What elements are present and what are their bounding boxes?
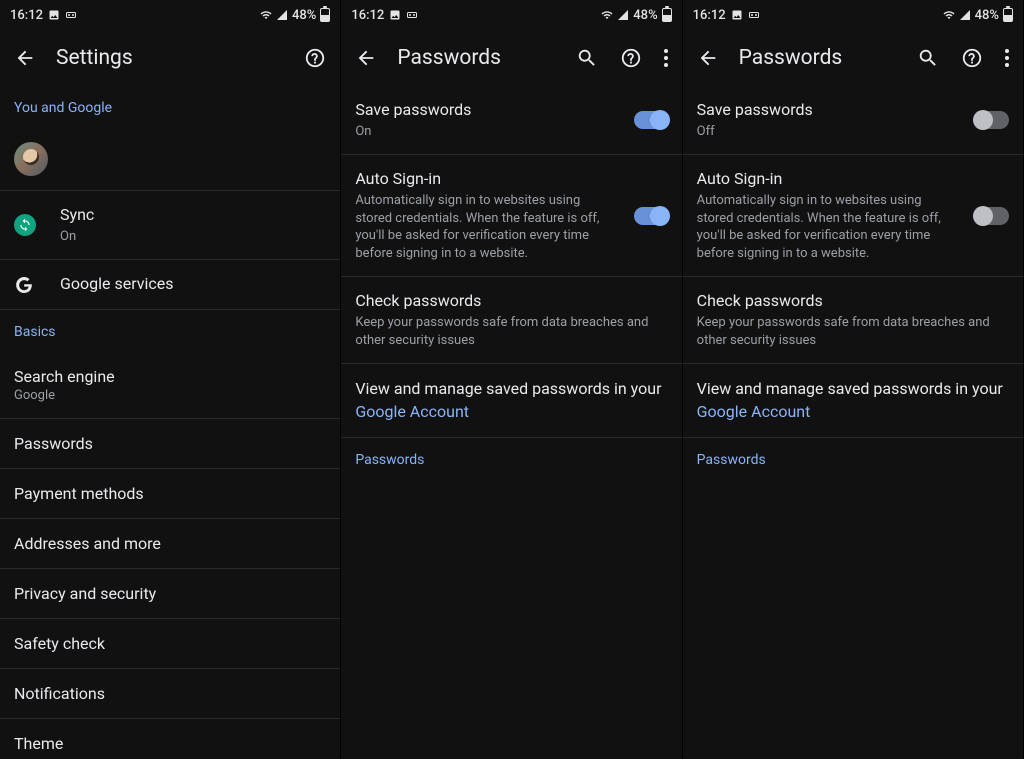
image-icon [731,9,743,21]
section-basics: Basics [0,310,340,352]
signal-icon [959,9,971,21]
header: Passwords [683,30,1023,86]
auto-signin-desc: Automatically sign in to websites using … [355,192,617,262]
passwords-content: Save passwords Off Auto Sign-in Automati… [683,86,1023,759]
check-passwords-desc: Keep your passwords safe from data breac… [355,314,667,349]
manage-text: View and manage saved passwords in your [697,379,1003,398]
voicemail-icon [65,9,77,21]
battery-icon [320,8,330,22]
back-icon[interactable] [697,47,719,69]
search-engine-row[interactable]: Search engine Google [0,352,340,419]
status-time: 16:12 [693,8,726,23]
sync-icon [14,214,36,236]
search-engine-title: Search engine [14,367,326,386]
image-icon [389,9,401,21]
payment-row[interactable]: Payment methods [0,469,340,519]
save-passwords-row[interactable]: Save passwords On [341,86,681,155]
safety-row[interactable]: Safety check [0,619,340,669]
wifi-icon [943,9,955,21]
settings-content: You and Google Sync On Google services B… [0,86,340,759]
battery-percent: 48% [633,8,657,23]
save-passwords-title: Save passwords [697,100,959,121]
passwords-panel-on: 16:12 48% Passwords Save passwords On [341,0,682,759]
check-passwords-title: Check passwords [697,291,1009,312]
search-engine-value: Google [14,388,326,403]
manage-passwords-block[interactable]: View and manage saved passwords in your … [683,364,1023,438]
theme-row[interactable]: Theme [0,719,340,759]
status-time: 16:12 [351,8,384,23]
wifi-icon [601,9,613,21]
notifications-row[interactable]: Notifications [0,669,340,719]
battery-icon [662,8,672,22]
settings-panel: 16:12 48% Settings You and Google [0,0,341,759]
search-icon[interactable] [576,47,598,69]
auto-signin-toggle[interactable] [975,207,1009,225]
manage-passwords-block[interactable]: View and manage saved passwords in your … [341,364,681,438]
save-passwords-value: On [355,123,617,141]
auto-signin-row[interactable]: Auto Sign-in Automatically sign in to we… [683,155,1023,277]
auto-signin-title: Auto Sign-in [355,169,617,190]
help-icon[interactable] [961,47,983,69]
save-passwords-value: Off [697,123,959,141]
battery-icon [1003,8,1013,22]
voicemail-icon [748,9,760,21]
page-title: Settings [56,46,284,70]
auto-signin-title: Auto Sign-in [697,169,959,190]
google-account-link[interactable]: Google Account [697,402,811,421]
addresses-row[interactable]: Addresses and more [0,519,340,569]
wifi-icon [260,9,272,21]
google-account-link[interactable]: Google Account [355,402,469,421]
google-services-label: Google services [60,274,326,295]
header: Passwords [341,30,681,86]
passwords-row[interactable]: Passwords [0,419,340,469]
auto-signin-toggle[interactable] [634,207,668,225]
section-you-google: You and Google [0,86,340,128]
check-passwords-row[interactable]: Check passwords Keep your passwords safe… [341,277,681,364]
back-icon[interactable] [355,47,377,69]
check-passwords-title: Check passwords [355,291,667,312]
privacy-row[interactable]: Privacy and security [0,569,340,619]
check-passwords-row[interactable]: Check passwords Keep your passwords safe… [683,277,1023,364]
sync-row[interactable]: Sync On [0,191,340,260]
passwords-section-label: Passwords [683,438,1023,482]
status-bar: 16:12 48% [341,0,681,30]
back-icon[interactable] [14,47,36,69]
passwords-content: Save passwords On Auto Sign-in Automatic… [341,86,681,759]
status-bar: 16:12 48% [0,0,340,30]
voicemail-icon [406,9,418,21]
save-passwords-row[interactable]: Save passwords Off [683,86,1023,155]
image-icon [48,9,60,21]
more-icon[interactable] [1005,49,1009,67]
save-passwords-toggle[interactable] [975,111,1009,129]
auto-signin-row[interactable]: Auto Sign-in Automatically sign in to we… [341,155,681,277]
avatar [14,142,48,176]
google-icon [14,275,44,295]
auto-signin-desc: Automatically sign in to websites using … [697,192,959,262]
signal-icon [617,9,629,21]
passwords-section-label: Passwords [341,438,681,482]
page-title: Passwords [739,46,897,70]
help-icon[interactable] [620,47,642,69]
page-title: Passwords [397,46,555,70]
sync-title: Sync [60,205,326,226]
passwords-panel-off: 16:12 48% Passwords Save passwords Off [683,0,1024,759]
battery-percent: 48% [292,8,316,23]
account-row[interactable] [0,128,340,191]
save-passwords-title: Save passwords [355,100,617,121]
save-passwords-toggle[interactable] [634,111,668,129]
more-icon[interactable] [664,49,668,67]
help-icon[interactable] [304,47,326,69]
header: Settings [0,30,340,86]
search-icon[interactable] [917,47,939,69]
status-time: 16:12 [10,8,43,23]
manage-text: View and manage saved passwords in your [355,379,661,398]
status-bar: 16:12 48% [683,0,1023,30]
signal-icon [276,9,288,21]
battery-percent: 48% [975,8,999,23]
check-passwords-desc: Keep your passwords safe from data breac… [697,314,1009,349]
google-services-row[interactable]: Google services [0,260,340,310]
sync-value: On [60,228,326,246]
